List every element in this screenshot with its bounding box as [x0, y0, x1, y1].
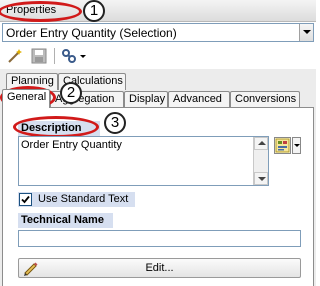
use-standard-text-checkbox[interactable] — [19, 193, 32, 206]
edit-button-label: Edit... — [145, 262, 174, 274]
tab-general[interactable]: General — [2, 89, 50, 108]
tab-conversions[interactable]: Conversions — [230, 91, 300, 108]
toolbar-separator — [54, 48, 55, 64]
use-standard-text-label: Use Standard Text — [38, 193, 129, 205]
description-scrollbar[interactable] — [253, 137, 268, 185]
annotation-number-3: 3 — [104, 112, 126, 134]
description-text: Order Entry Quantity — [21, 139, 122, 151]
object-selector-value: Order Entry Quantity (Selection) — [6, 26, 177, 40]
pencil-icon — [22, 260, 40, 276]
link-icon[interactable] — [60, 47, 78, 65]
text-options-icon[interactable] — [274, 137, 291, 154]
edit-button[interactable]: Edit... — [18, 258, 301, 278]
annotation-number-1: 1 — [83, 0, 105, 22]
object-selector[interactable]: Order Entry Quantity (Selection) — [2, 23, 314, 42]
scroll-up-icon[interactable] — [254, 137, 268, 150]
annotation-oval-1 — [0, 1, 82, 22]
chevron-down-icon[interactable] — [299, 24, 313, 41]
tab-display[interactable]: Display — [124, 91, 168, 108]
save-icon[interactable] — [30, 47, 48, 65]
description-textarea[interactable]: Order Entry Quantity — [18, 136, 269, 186]
annotation-number-2: 2 — [60, 82, 82, 104]
technical-name-header: Technical Name — [18, 213, 113, 228]
annotation-oval-3 — [13, 116, 99, 138]
use-standard-text-row[interactable]: Use Standard Text — [18, 192, 135, 207]
scroll-down-icon[interactable] — [254, 172, 268, 185]
chevron-down-icon[interactable] — [292, 137, 301, 154]
technical-name-input[interactable] — [18, 230, 301, 247]
wand-icon[interactable] — [6, 47, 24, 65]
chevron-down-icon[interactable] — [80, 55, 86, 58]
tab-advanced[interactable]: Advanced — [168, 91, 230, 108]
toolbar — [0, 43, 316, 69]
